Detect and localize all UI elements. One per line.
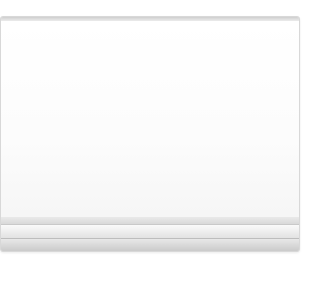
lower-louver xyxy=(1,239,299,251)
panel-rim xyxy=(1,217,299,225)
upper-louver xyxy=(1,225,299,239)
canvas xyxy=(0,0,300,300)
air-conditioner-icon xyxy=(0,16,300,252)
front-panel xyxy=(1,21,299,218)
